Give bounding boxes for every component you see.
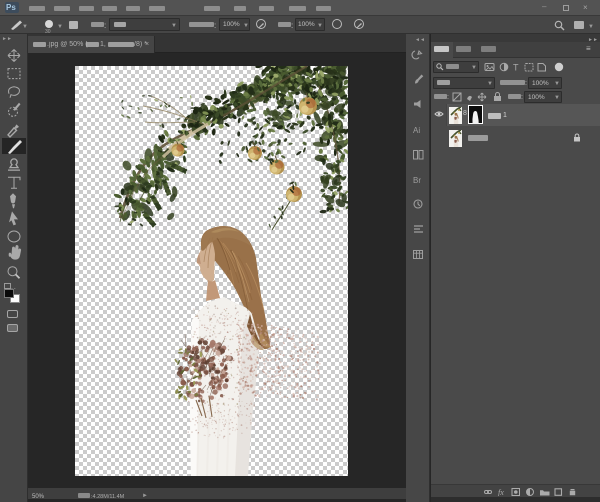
svg-text:fx: fx <box>498 488 504 496</box>
svg-text:T: T <box>513 63 519 73</box>
svg-text:Br: Br <box>413 176 421 185</box>
svg-text:Ai: Ai <box>413 126 420 135</box>
